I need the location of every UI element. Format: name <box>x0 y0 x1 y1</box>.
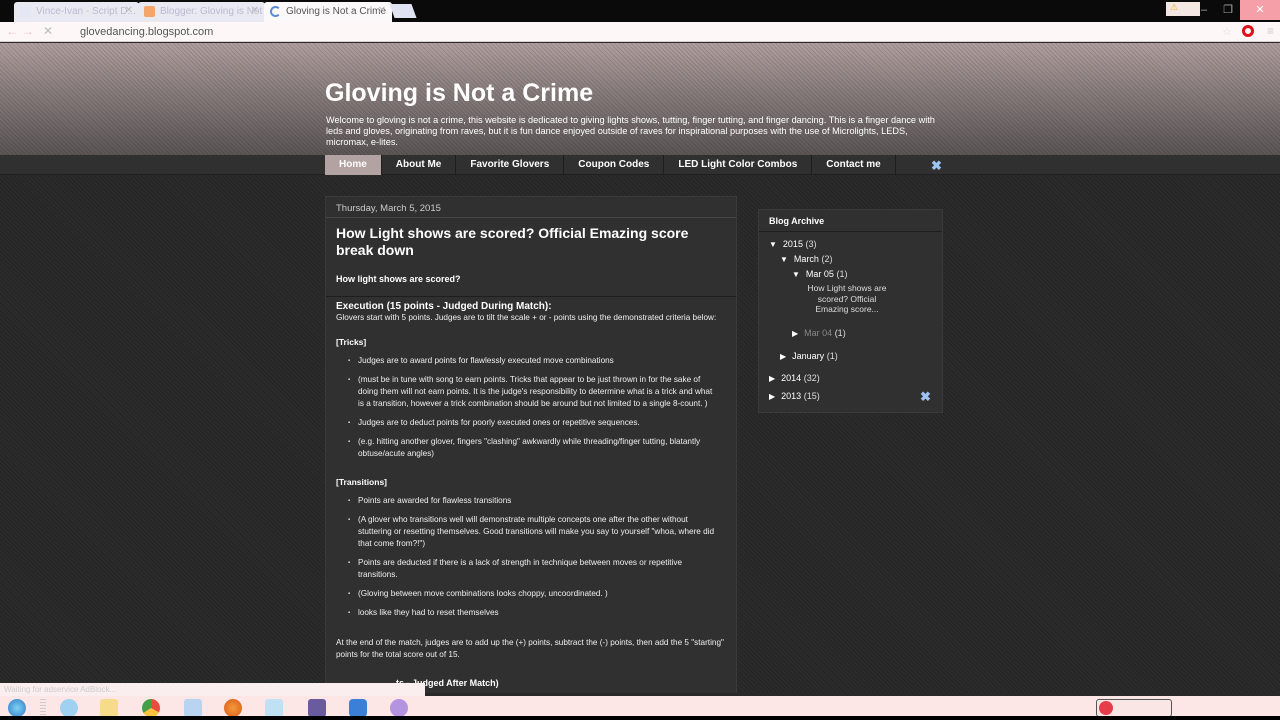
edit-tools-icon[interactable]: ✖ <box>931 158 942 174</box>
blog-archive-title: Blog Archive <box>759 210 942 232</box>
file-explorer-icon[interactable] <box>100 699 118 717</box>
browser-status-bar: Waiting for adservice AdBlock... <box>0 683 425 696</box>
archive-year-2013[interactable]: ▶ 2013 (15) <box>769 391 820 401</box>
archive-month-january[interactable]: ▶ January (1) <box>780 351 838 361</box>
list-item: Judges are to award points for flawlessl… <box>348 355 718 367</box>
list-item: (Gloving between move combinations looks… <box>348 588 718 600</box>
minimize-button[interactable]: – <box>1192 0 1216 20</box>
internet-explorer-icon[interactable] <box>60 699 78 717</box>
window-manager-icon[interactable] <box>184 699 202 717</box>
list-item: Points are deducted if there is a lack o… <box>348 557 718 581</box>
browser-tab-active[interactable]: Gloving is Not a Crime ✕ <box>264 2 392 22</box>
nav-tab-coupon-codes[interactable]: Coupon Codes <box>564 155 665 175</box>
archive-month-march[interactable]: ▼ March (2) <box>780 254 832 264</box>
expanded-triangle-icon[interactable]: ▼ <box>769 240 777 249</box>
address-bar: ← → ✕ glovedancing.blogspot.com ☆ ≡ <box>0 22 1280 42</box>
collapsed-triangle-icon[interactable]: ▶ <box>792 329 798 338</box>
expanded-triangle-icon[interactable]: ▼ <box>792 270 800 279</box>
tricks-list: Judges are to award points for flawlessl… <box>336 355 726 460</box>
url-input[interactable]: glovedancing.blogspot.com <box>80 26 213 38</box>
list-item: (must be in tune with song to earn point… <box>348 374 718 410</box>
teamviewer-icon[interactable] <box>349 699 367 717</box>
execution-heading: Execution (15 points - Judged During Mat… <box>336 301 552 312</box>
collapsed-triangle-icon[interactable]: ▶ <box>769 392 775 401</box>
tab-close-icon[interactable]: ✕ <box>378 5 386 16</box>
loading-icon <box>270 6 281 17</box>
post-subtitle: How light shows are scored? <box>326 259 736 297</box>
nav-tab-about-me[interactable]: About Me <box>382 155 457 175</box>
expanded-triangle-icon[interactable]: ▼ <box>780 255 788 264</box>
tab-label: Vince-Ivan - Script D... <box>36 6 136 17</box>
maximize-button[interactable]: ❐ <box>1216 0 1240 20</box>
archive-day-mar-05[interactable]: ▼ Mar 05 (1) <box>792 269 847 279</box>
bookmark-star-icon[interactable]: ☆ <box>1222 25 1232 38</box>
edit-tools-icon[interactable]: ✖ <box>920 389 931 405</box>
blog-description: Welcome to gloving is not a crime, this … <box>326 115 935 147</box>
list-item: Judges are to deduct points for poorly e… <box>348 417 718 429</box>
new-tab-button[interactable] <box>389 4 417 18</box>
blog-title[interactable]: Gloving is Not a Crime <box>325 79 593 108</box>
page-tabs-bar: Home About Me Favorite Glovers Coupon Co… <box>0 155 1280 175</box>
task-view-icon[interactable] <box>40 699 46 717</box>
blog-archive-widget: Blog Archive ▼ 2015 (3) ▼ March (2) ▼ Mar 0… <box>758 209 943 413</box>
list-item: (A glover who transitions well will demo… <box>348 514 718 550</box>
pro-app-icon[interactable] <box>308 699 326 717</box>
archive-year-2014[interactable]: ▶ 2014 (32) <box>769 373 820 383</box>
nav-tab-contact-me[interactable]: Contact me <box>812 155 896 175</box>
collapsed-triangle-icon[interactable]: ▶ <box>780 352 786 361</box>
browser-tab-strip: Vince-Ivan - Script D... ✕ Blogger: Glov… <box>0 0 1280 22</box>
tab-label: Gloving is Not a Crime <box>286 6 387 17</box>
execution-intro: Glovers start with 5 points. Judges are … <box>336 313 717 322</box>
window-close-button[interactable]: ✕ <box>1240 0 1280 20</box>
browser-tab-2[interactable]: Blogger: Gloving is Not a... ✕ <box>138 2 265 22</box>
list-item: (e.g. hitting another glover, fingers "c… <box>348 436 718 460</box>
stop-button[interactable]: ✕ <box>43 24 53 38</box>
screen-recorder-controls <box>1096 699 1172 717</box>
list-item: looks like they had to reset themselves <box>348 607 718 619</box>
list-item: Points are awarded for flawless transiti… <box>348 495 718 507</box>
browser-tab-1[interactable]: Vince-Ivan - Script D... ✕ <box>14 2 139 22</box>
pause-recording-button[interactable] <box>1099 701 1113 715</box>
archive-year-2015[interactable]: ▼ 2015 (3) <box>769 239 816 249</box>
nav-tab-led-light-color-combos[interactable]: LED Light Color Combos <box>664 155 813 175</box>
archive-post-link[interactable]: How Light shows are scored? Official Ema… <box>803 283 891 315</box>
post-body: Execution (15 points - Judged During Mat… <box>326 297 736 689</box>
back-button[interactable]: ← <box>6 24 18 38</box>
forward-button[interactable]: → <box>22 24 34 38</box>
chrome-icon[interactable] <box>142 699 160 717</box>
viber-icon[interactable] <box>390 699 408 717</box>
transitions-heading: [Transitions] <box>336 477 388 487</box>
transitions-list: Points are awarded for flawless transiti… <box>336 495 726 619</box>
collapsed-triangle-icon[interactable]: ▶ <box>769 374 775 383</box>
blog-post: Thursday, March 5, 2015 How Light shows … <box>325 196 737 693</box>
tab-close-icon[interactable]: ✕ <box>125 5 133 16</box>
tricks-heading: [Tricks] <box>336 337 367 347</box>
start-button-icon[interactable] <box>8 699 26 717</box>
post-date: Thursday, March 5, 2015 <box>326 197 736 218</box>
notepad-icon[interactable] <box>265 699 283 717</box>
scoring-summary: At the end of the match, judges are to a… <box>336 638 724 659</box>
post-title[interactable]: How Light shows are scored? Official Ema… <box>326 218 736 259</box>
blogger-icon <box>144 6 155 17</box>
tab-close-icon[interactable]: ✕ <box>251 5 259 16</box>
screen-edge <box>0 716 1280 720</box>
browser-menu-icon[interactable]: ≡ <box>1267 24 1274 38</box>
page-icon <box>20 6 31 17</box>
blog-header: Gloving is Not a Crime Welcome to glovin… <box>0 43 1280 155</box>
nav-tab-favorite-glovers[interactable]: Favorite Glovers <box>456 155 565 175</box>
tab-label: Blogger: Gloving is Not a... <box>160 6 265 17</box>
opera-icon[interactable] <box>1242 25 1254 37</box>
nav-tab-home[interactable]: Home <box>325 155 382 175</box>
firefox-icon[interactable] <box>224 699 242 717</box>
blog-page: Gloving is Not a Crime Welcome to glovin… <box>0 43 1280 693</box>
archive-day-mar-04[interactable]: ▶ Mar 04 (1) <box>792 328 846 338</box>
